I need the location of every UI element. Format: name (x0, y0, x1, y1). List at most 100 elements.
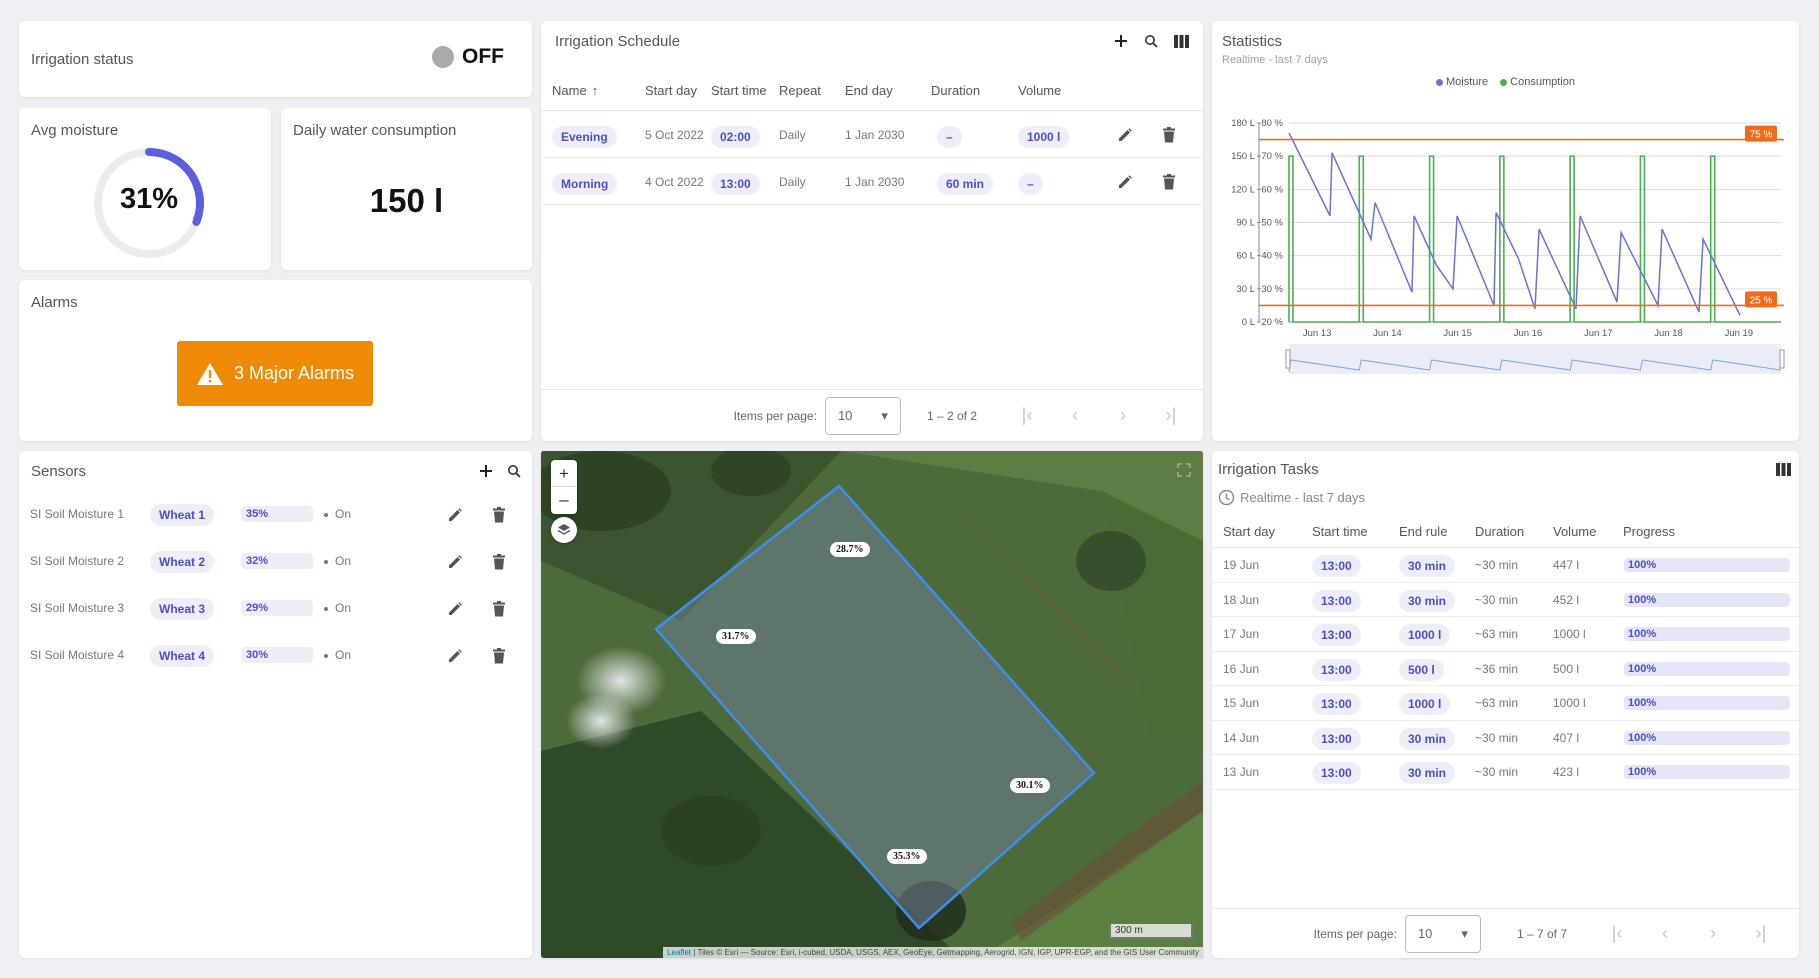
task-row[interactable]: 13 Jun 13:00 30 min ~30 min 423 l 100% (1212, 755, 1799, 790)
edit-sensor-button[interactable] (443, 597, 467, 621)
zoom-in-button[interactable]: + (551, 460, 577, 487)
irrigation-toggle[interactable]: OFF (432, 45, 504, 69)
task-progress-bar: 100% (1624, 627, 1790, 641)
daily-water-card: Daily water consumption 150 l (281, 108, 532, 270)
delete-sensor-button[interactable] (487, 503, 511, 527)
navigator-handle-left (1285, 349, 1291, 369)
delete-schedule-button[interactable] (1157, 170, 1181, 194)
edit-sensor-button[interactable] (443, 550, 467, 574)
layers-button[interactable] (551, 517, 577, 543)
task-end-rule-chip: 30 min (1399, 762, 1456, 784)
sensor-row[interactable]: SI Soil Moisture 3 Wheat 3 29% On (19, 585, 532, 632)
sensor-row[interactable]: SI Soil Moisture 4 Wheat 4 30% On (19, 632, 532, 679)
tasks-subtitle: Realtime - last 7 days (1240, 490, 1365, 505)
delete-sensor-button[interactable] (487, 597, 511, 621)
map-label-1: 28.7% (830, 542, 870, 557)
schedule-end-day: 1 Jan 2030 (845, 128, 905, 142)
tasks-items-per-page-select[interactable]: 10 ▾ (1404, 914, 1481, 953)
tasks-last-page-button[interactable]: ›| (1741, 923, 1781, 944)
navigator-handle-right (1779, 349, 1785, 369)
schedule-title: Irrigation Schedule (555, 33, 681, 50)
alarms-card: Alarms 3 Major Alarms (19, 280, 532, 441)
edit-schedule-button[interactable] (1113, 170, 1137, 194)
task-duration: ~30 min (1475, 730, 1519, 745)
task-end-rule-chip: 30 min (1399, 589, 1456, 612)
fullscreen-button[interactable] (1177, 463, 1193, 479)
items-per-page-select[interactable]: 10 ▾ (824, 396, 901, 435)
trash-icon (493, 507, 505, 523)
columns-schedule-button[interactable] (1169, 29, 1193, 53)
caret-down-icon: ▾ (1461, 925, 1468, 941)
edit-sensor-button[interactable] (443, 644, 467, 668)
status-dot-icon (324, 607, 328, 611)
task-row[interactable]: 19 Jun 13:00 30 min ~30 min 447 l 100% (1212, 548, 1799, 583)
sensor-crop-chip: Wheat 1 (150, 504, 215, 526)
x-tick-label: Jun 13 (1303, 328, 1332, 339)
sensor-status: On (335, 601, 352, 615)
plus-icon (480, 465, 492, 477)
task-progress-value: 100% (1628, 697, 1657, 709)
task-row[interactable]: 18 Jun 13:00 30 min ~30 min 452 l 100% (1212, 583, 1799, 617)
major-alarms-button[interactable]: 3 Major Alarms (177, 341, 373, 406)
prev-page-button[interactable]: ‹ (1055, 405, 1095, 426)
task-start-time-chip: 13:00 (1312, 555, 1361, 577)
delete-sensor-button[interactable] (487, 550, 511, 574)
avg-moisture-card: Avg moisture 31% (19, 108, 271, 270)
col-start-time: Start time (711, 83, 767, 98)
schedule-repeat: Daily (779, 128, 806, 142)
task-end-rule-chip: 30 min (1399, 727, 1456, 750)
caret-down-icon: ▾ (881, 407, 888, 423)
task-progress-bar: 100% (1624, 765, 1790, 779)
task-row[interactable]: 14 Jun 13:00 30 min ~30 min 407 l 100% (1212, 721, 1799, 755)
y-tick-right: 70 % (1261, 151, 1283, 162)
sensor-row[interactable]: SI Soil Moisture 1 Wheat 1 35% On (19, 491, 532, 538)
last-page-button[interactable]: ›| (1151, 405, 1191, 426)
delete-schedule-button[interactable] (1157, 123, 1181, 147)
y-tick-left: 120 L (1231, 184, 1255, 195)
edit-sensor-button[interactable] (443, 503, 467, 527)
delete-sensor-button[interactable] (487, 644, 511, 668)
first-page-button[interactable]: |‹ (1007, 405, 1047, 426)
sensor-name: SI Soil Moisture 1 (30, 507, 125, 521)
field-map[interactable]: 28.7% 31.7% 30.1% 35.3% + – 300 m Leafle… (541, 451, 1203, 958)
task-progress-bar: 100% (1624, 730, 1790, 745)
columns-tasks-button[interactable] (1771, 457, 1795, 481)
search-sensor-button[interactable] (502, 459, 526, 483)
tasks-prev-page-button[interactable]: ‹ (1645, 923, 1685, 944)
next-page-button[interactable]: › (1103, 405, 1143, 426)
fullscreen-icon (1177, 463, 1191, 477)
task-end-rule-chip: 1000 l (1399, 624, 1451, 646)
sensor-crop-chip: Wheat 3 (150, 598, 215, 620)
task-start-day: 18 Jun (1223, 592, 1260, 607)
leaflet-link[interactable]: Leaflet (667, 948, 691, 957)
task-progress-value: 100% (1628, 662, 1657, 675)
add-schedule-button[interactable] (1109, 29, 1133, 53)
task-start-day: 14 Jun (1223, 730, 1260, 745)
sensor-row[interactable]: SI Soil Moisture 2 Wheat 2 32% On (19, 538, 532, 585)
task-row[interactable]: 15 Jun 13:00 1000 l ~63 min 1000 l 100% (1212, 686, 1799, 721)
tasks-first-page-button[interactable]: |‹ (1597, 923, 1637, 944)
col-volume: Volume (1018, 83, 1062, 98)
add-sensor-button[interactable] (474, 459, 498, 483)
trash-icon (493, 601, 505, 617)
tasks-next-page-button[interactable]: › (1693, 923, 1733, 944)
task-duration: ~30 min (1475, 592, 1519, 607)
search-icon (508, 465, 521, 478)
edit-schedule-button[interactable] (1113, 123, 1137, 147)
y-tick-left: 90 L (1237, 218, 1256, 229)
task-duration: ~63 min (1475, 627, 1519, 641)
layers-icon (557, 524, 571, 535)
zoom-out-button[interactable]: – (551, 487, 577, 514)
task-progress-value: 100% (1628, 766, 1657, 778)
schedule-name-chip: Evening (552, 126, 617, 148)
schedule-row[interactable]: Morning 4 Oct 2022 13:00 Daily 1 Jan 2030 60 … (541, 158, 1203, 205)
col-name[interactable]: Name ↑ (552, 83, 598, 98)
schedule-row[interactable]: Evening 5 Oct 2022 02:00 Daily 1 Jan 2030 – 10… (541, 111, 1203, 158)
task-row[interactable]: 16 Jun 13:00 500 l ~36 min 500 l 100% (1212, 652, 1799, 686)
search-schedule-button[interactable] (1139, 29, 1163, 53)
sensors-title: Sensors (31, 463, 87, 480)
task-start-time-chip: 13:00 (1312, 693, 1361, 715)
items-per-page-label: Items per page: (733, 408, 817, 423)
task-row[interactable]: 17 Jun 13:00 1000 l ~63 min 1000 l 100% (1212, 617, 1799, 652)
irrigation-status-card: Irrigation status OFF (19, 21, 532, 97)
